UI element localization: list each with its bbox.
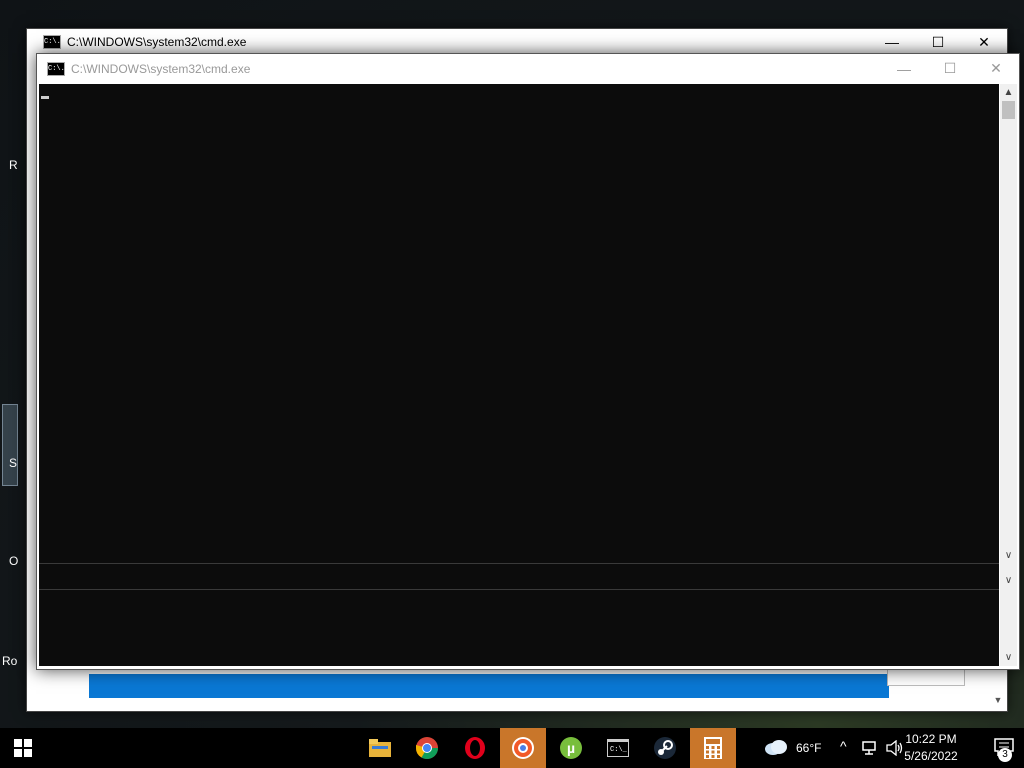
svg-text:µ: µ — [567, 740, 575, 756]
scroll-thumb[interactable] — [1002, 101, 1015, 119]
desktop-icon-label[interactable]: R — [9, 158, 18, 172]
scroll-down-button[interactable]: ∨ — [1000, 649, 1017, 666]
window-controls: — ☐ ✕ — [869, 29, 1007, 55]
clock[interactable]: 10:22 PM 5/26/2022 — [896, 731, 966, 765]
weather-cloud-icon — [765, 740, 787, 755]
cmd-icon: C:\. — [47, 61, 65, 76]
divider — [39, 589, 999, 590]
file-explorer-icon[interactable] — [357, 728, 403, 768]
taskbar: µ C:\_ 66°F ^ 10:22 PM 5/26/2022 3 — [0, 728, 1024, 768]
minimize-button[interactable]: — — [869, 29, 915, 55]
calculator-icon[interactable] — [690, 728, 736, 768]
windows-logo-icon — [14, 739, 32, 757]
desktop-icon-label[interactable]: S — [9, 456, 17, 470]
title-bar[interactable]: C:\. C:\WINDOWS\system32\cmd.exe — ☐ ✕ — [37, 54, 1019, 83]
notification-count-badge: 3 — [998, 748, 1012, 762]
scroll-down-button[interactable]: ▼ — [991, 693, 1005, 707]
maximize-button[interactable]: ☐ — [915, 29, 961, 55]
close-button[interactable]: ✕ — [973, 54, 1019, 83]
cmd-window[interactable]: C:\. C:\WINDOWS\system32\cmd.exe — ☐ ✕ ▲… — [36, 53, 1020, 670]
close-button[interactable]: ✕ — [961, 29, 1007, 55]
divider — [39, 563, 999, 564]
start-button[interactable] — [0, 728, 46, 768]
time: 10:22 PM — [905, 732, 957, 746]
network-icon — [862, 741, 876, 755]
desktop-icon-label[interactable]: O — [9, 554, 18, 568]
brave-icon[interactable] — [500, 728, 546, 768]
window-controls: — ☐ ✕ — [881, 54, 1019, 80]
cmd-icon: C:\. — [43, 35, 61, 49]
minimize-button[interactable]: — — [881, 54, 927, 83]
cmd-icon[interactable]: C:\_ — [595, 728, 641, 768]
opera-icon[interactable] — [452, 728, 498, 768]
date: 5/26/2022 — [904, 749, 958, 763]
progress-bar — [89, 674, 889, 698]
maximize-button[interactable]: ☐ — [927, 54, 973, 83]
title-bar[interactable]: C:\. C:\WINDOWS\system32\cmd.exe — ☐ ✕ — [27, 29, 1007, 55]
desktop-icon-selected[interactable] — [2, 404, 18, 486]
tray-chevron-icon[interactable]: ^ — [840, 738, 847, 754]
steam-icon[interactable] — [642, 728, 688, 768]
weather-temperature[interactable]: 66°F — [796, 741, 821, 755]
vertical-scrollbar[interactable]: ▲ ∨ ∨ ∨ — [1000, 84, 1017, 666]
chrome-icon[interactable] — [404, 728, 450, 768]
scroll-down-button[interactable]: ∨ — [1000, 547, 1017, 564]
desktop-icon-label[interactable]: Ro — [2, 654, 17, 668]
window-title: C:\WINDOWS\system32\cmd.exe — [67, 35, 247, 49]
input-field[interactable] — [887, 669, 965, 686]
utorrent-icon[interactable]: µ — [548, 728, 594, 768]
svg-text:C:\_: C:\_ — [610, 746, 628, 754]
scroll-down-button[interactable]: ∨ — [1000, 572, 1017, 589]
scroll-up-button[interactable]: ▲ — [1000, 84, 1017, 101]
console-output[interactable] — [39, 84, 999, 666]
text-cursor — [41, 96, 49, 99]
window-title: C:\WINDOWS\system32\cmd.exe — [71, 61, 251, 76]
